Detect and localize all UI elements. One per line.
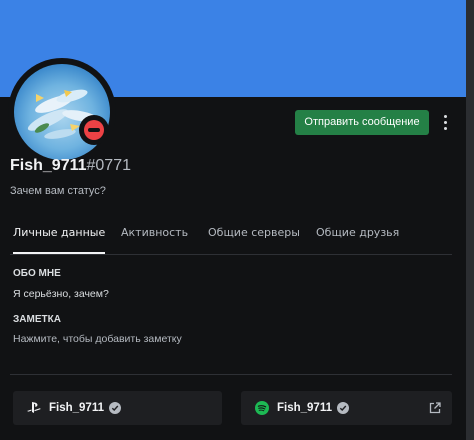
custom-status: Зачем вам статус? [10,185,106,197]
avatar[interactable] [14,64,110,160]
dnd-status-icon [84,120,104,140]
verified-check-icon [108,402,121,414]
send-message-button[interactable]: Отправить сообщение [295,110,429,135]
about-me-text: Я серьёзно, зачем? [13,288,109,300]
connection-playstation[interactable]: Fish_9711 [13,391,222,425]
fish-avatar-image [27,89,98,139]
note-input[interactable]: Нажмите, чтобы добавить заметку [13,333,182,345]
tab-personal-info[interactable]: Личные данные [13,225,106,254]
discriminator: #0771 [86,157,132,174]
connection-name: Fish_9711 [49,402,104,414]
tabs-divider [10,254,452,255]
spotify-icon [255,401,269,415]
connections-divider [10,374,452,375]
playstation-icon [27,401,41,415]
verified-check-icon [336,402,349,414]
window-background [466,0,474,440]
tab-mutual-servers[interactable]: Общие серверы [208,225,300,254]
username-heading: Fish_9711#0771 [10,157,131,175]
connection-name: Fish_9711 [277,402,332,414]
note-title: ЗАМЕТКА [13,314,61,325]
about-me-title: ОБО МНЕ [13,268,61,279]
connection-spotify[interactable]: Fish_9711 [241,391,452,425]
username: Fish_9711 [10,157,87,174]
tab-mutual-friends[interactable]: Общие друзья [316,225,399,254]
more-options-icon[interactable] [438,110,452,135]
external-link-icon[interactable] [429,402,441,414]
user-profile-card: Отправить сообщение Fish_9711#0771 Зачем… [0,0,466,440]
tab-activity[interactable]: Активность [121,225,188,254]
